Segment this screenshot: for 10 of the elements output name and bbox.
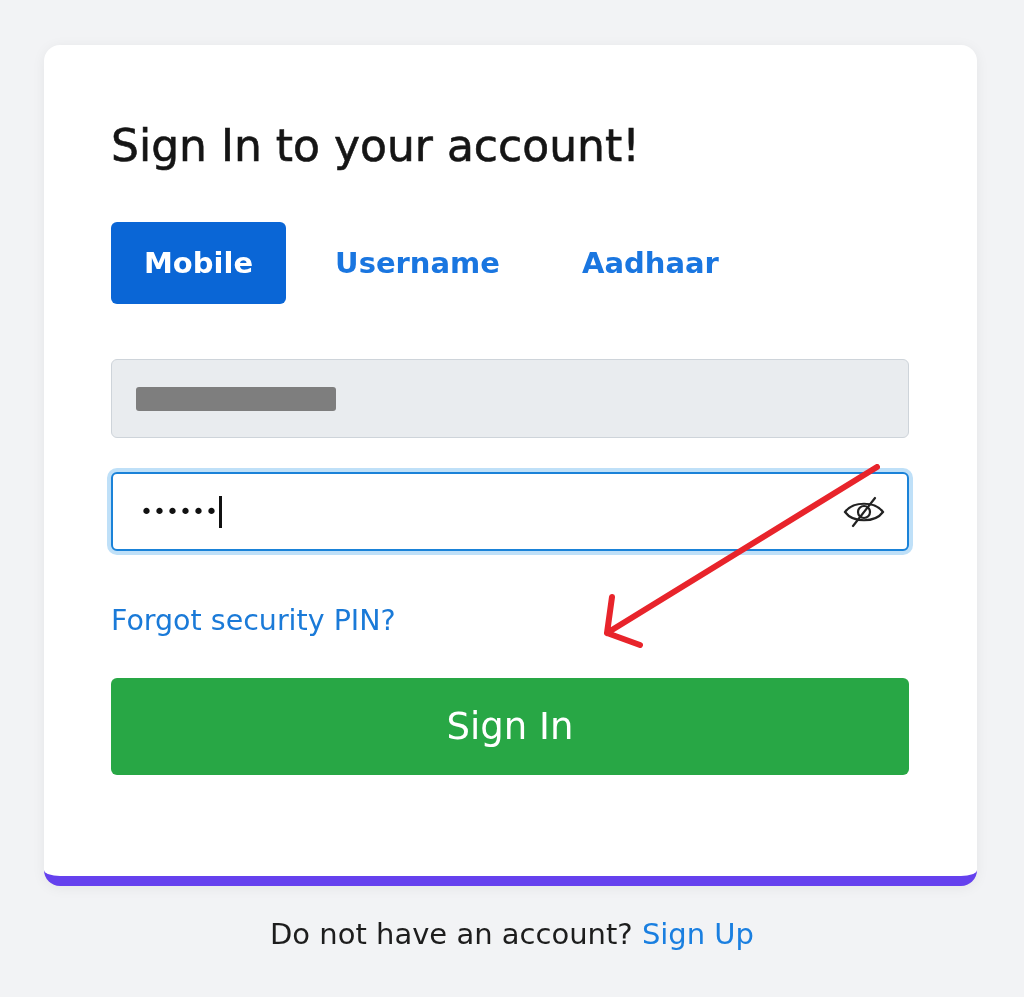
login-method-tab[interactable]: Aadhaar xyxy=(549,222,752,304)
login-method-tab[interactable]: Username xyxy=(302,222,533,304)
forgot-pin-link[interactable]: Forgot security PIN? xyxy=(111,604,396,638)
card-title: Sign In to your account! xyxy=(111,119,641,172)
login-method-tab[interactable]: Mobile xyxy=(111,222,287,304)
text-cursor xyxy=(218,495,222,528)
sign-in-button[interactable]: Sign In xyxy=(111,678,909,775)
eye-slash-icon[interactable] xyxy=(843,496,885,528)
sign-up-link[interactable]: Sign Up xyxy=(641,917,754,951)
sign-up-prompt: Do not have an account? Sign Up xyxy=(269,916,755,952)
